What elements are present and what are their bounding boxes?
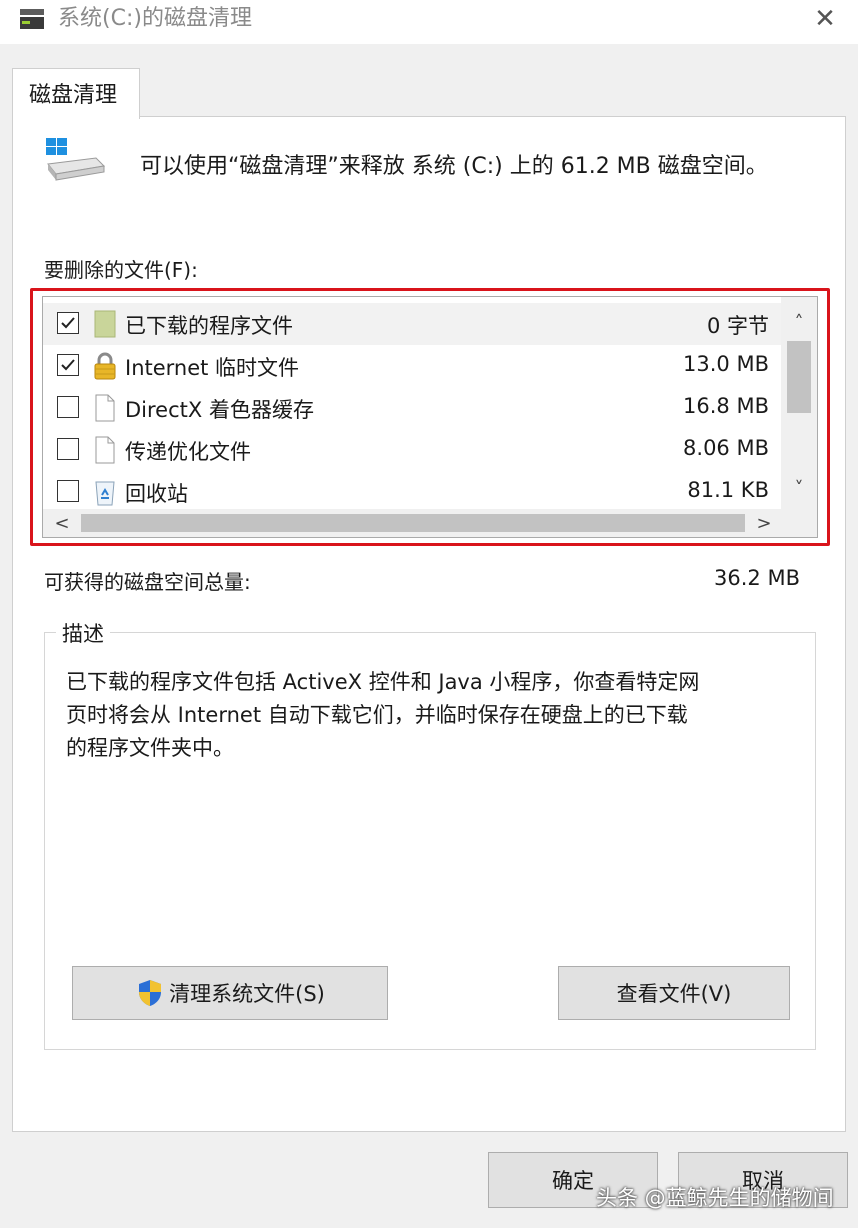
title-bar: 系统(C:)的磁盘清理 ✕ bbox=[0, 0, 858, 44]
file-name: DirectX 着色器缓存 bbox=[125, 398, 314, 422]
scroll-up-icon[interactable]: ˄ bbox=[781, 307, 817, 337]
vertical-scrollbar[interactable]: ˄ ˅ bbox=[781, 297, 817, 511]
file-name: Internet 临时文件 bbox=[125, 356, 300, 380]
checkbox[interactable] bbox=[57, 480, 79, 502]
checkbox[interactable] bbox=[57, 438, 79, 460]
file-icon bbox=[95, 394, 115, 422]
checkbox[interactable] bbox=[57, 312, 79, 334]
file-size: 8.06 MB bbox=[683, 436, 769, 460]
disk-cleanup-icon bbox=[20, 9, 44, 29]
vertical-scroll-thumb[interactable] bbox=[787, 341, 811, 413]
ok-label: 确定 bbox=[552, 1169, 594, 1193]
drive-windows-icon bbox=[46, 138, 106, 181]
description-line: 页时将会从 Internet 自动下载它们，并临时保存在硬盘上的已下载 bbox=[66, 703, 688, 727]
file-size: 0 字节 bbox=[706, 314, 769, 338]
checkbox[interactable] bbox=[57, 396, 79, 418]
lock-icon bbox=[94, 352, 116, 380]
file-size: 16.8 MB bbox=[683, 394, 769, 418]
list-item[interactable]: 已下载的程序文件 0 字节 bbox=[43, 303, 781, 345]
intro-text: 可以使用“磁盘清理”来释放 系统 (C:) 上的 61.2 MB 磁盘空间。 bbox=[140, 154, 768, 179]
total-space-value: 36.2 MB bbox=[714, 566, 800, 590]
description-line: 已下载的程序文件包括 ActiveX 控件和 Java 小程序，你查看特定网 bbox=[66, 670, 700, 694]
list-item[interactable]: Internet 临时文件 13.0 MB bbox=[43, 345, 781, 387]
view-files-button[interactable]: 查看文件(V) bbox=[558, 966, 790, 1020]
tab-disk-cleanup[interactable]: 磁盘清理 bbox=[12, 68, 140, 119]
file-size: 13.0 MB bbox=[683, 352, 769, 376]
check-icon bbox=[61, 359, 75, 371]
scroll-left-icon[interactable]: < bbox=[47, 509, 77, 537]
horizontal-scrollbar[interactable]: < > bbox=[43, 509, 781, 537]
scroll-right-icon[interactable]: > bbox=[749, 509, 779, 537]
clean-system-files-label: 清理系统文件(S) bbox=[169, 982, 325, 1006]
list-item[interactable]: 传递优化文件 8.06 MB bbox=[43, 429, 781, 471]
description-text: 已下载的程序文件包括 ActiveX 控件和 Java 小程序，你查看特定网 页… bbox=[66, 666, 800, 765]
list-item[interactable]: DirectX 着色器缓存 16.8 MB bbox=[43, 387, 781, 429]
checkbox[interactable] bbox=[57, 354, 79, 376]
tab-label: 磁盘清理 bbox=[29, 83, 118, 108]
file-name: 传递优化文件 bbox=[125, 440, 251, 464]
uac-shield-icon bbox=[139, 980, 162, 1006]
recycle-bin-icon bbox=[95, 481, 115, 506]
close-icon: ✕ bbox=[814, 4, 836, 34]
horizontal-scroll-thumb[interactable] bbox=[81, 514, 745, 532]
file-icon bbox=[95, 436, 115, 464]
total-space-label: 可获得的磁盘空间总量: bbox=[44, 570, 251, 594]
clean-system-files-button[interactable]: 清理系统文件(S) bbox=[72, 966, 388, 1020]
folder-icon bbox=[94, 310, 116, 338]
check-icon bbox=[61, 317, 75, 329]
scroll-corner bbox=[781, 509, 817, 537]
close-button[interactable]: ✕ bbox=[804, 0, 846, 38]
file-name: 已下载的程序文件 bbox=[125, 314, 293, 338]
window-title: 系统(C:)的磁盘清理 bbox=[58, 6, 252, 31]
watermark-text: 头条 @蓝鲸先生的储物间 bbox=[596, 1186, 834, 1210]
files-listbox[interactable]: 已下载的程序文件 0 字节 Internet 临时文件 13.0 MB Dire… bbox=[42, 296, 818, 538]
description-title: 描述 bbox=[56, 618, 110, 648]
description-line: 的程序文件夹中。 bbox=[66, 736, 234, 760]
view-files-label: 查看文件(V) bbox=[616, 982, 732, 1006]
files-to-delete-label: 要删除的文件(F): bbox=[44, 258, 198, 282]
scroll-down-icon[interactable]: ˅ bbox=[781, 473, 817, 503]
file-size: 81.1 KB bbox=[687, 478, 769, 502]
list-item[interactable]: 回收站 81.1 KB bbox=[43, 471, 781, 513]
file-name: 回收站 bbox=[125, 482, 188, 506]
